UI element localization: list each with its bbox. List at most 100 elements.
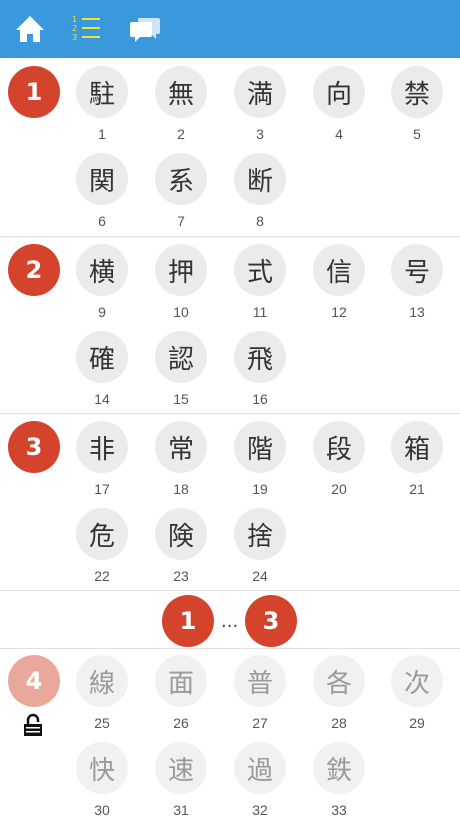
kanji-number: 29 xyxy=(409,715,425,731)
kanji-cell[interactable]: 普 27 xyxy=(230,655,290,731)
kanji-cell[interactable]: 険 23 xyxy=(151,508,211,584)
kanji-cell[interactable]: 式 11 xyxy=(230,244,290,320)
svg-text:2: 2 xyxy=(72,24,77,33)
kanji-number: 7 xyxy=(177,213,185,229)
kanji-cell[interactable]: 鉄 33 xyxy=(309,742,369,818)
kanji-number: 23 xyxy=(173,568,189,584)
kanji-cell[interactable]: 快 30 xyxy=(72,742,132,818)
kanji-cell[interactable]: 段 20 xyxy=(309,421,369,497)
lesson-section-1: 1 駐1 無2 満3 向4 禁5 関6 系7 断8 xyxy=(0,58,460,236)
kanji-number: 30 xyxy=(94,802,110,818)
kanji-cell[interactable]: 確 14 xyxy=(72,331,132,407)
lesson-section-3: 3 非 17 常 18 階 19 段 20 箱 21 危 22 険 23 捨 24 xyxy=(0,414,460,590)
kanji-char: 断 xyxy=(234,153,286,205)
kanji-number: 5 xyxy=(413,126,421,142)
kanji-char: 危 xyxy=(76,508,128,560)
kanji-cell[interactable]: 駐1 xyxy=(72,66,132,142)
kanji-number: 6 xyxy=(98,213,106,229)
kanji-number: 11 xyxy=(252,304,268,320)
kanji-char: 満 xyxy=(234,66,286,118)
kanji-number: 16 xyxy=(252,391,268,407)
kanji-number: 14 xyxy=(94,391,110,407)
kanji-cell[interactable]: 線 25 xyxy=(72,655,132,731)
kanji-number: 8 xyxy=(256,213,264,229)
kanji-number: 31 xyxy=(173,802,189,818)
kanji-cell[interactable]: 危 22 xyxy=(72,508,132,584)
kanji-char: 線 xyxy=(76,655,128,707)
kanji-cell[interactable]: 禁5 xyxy=(387,66,447,142)
kanji-cell[interactable]: 無2 xyxy=(151,66,211,142)
kanji-number: 27 xyxy=(252,715,268,731)
lesson-badge-locked[interactable]: 4 xyxy=(8,655,60,707)
kanji-number: 20 xyxy=(331,481,347,497)
kanji-cell[interactable]: 押 10 xyxy=(151,244,211,320)
kanji-number: 26 xyxy=(173,715,189,731)
kanji-number: 22 xyxy=(94,568,110,584)
kanji-char: 関 xyxy=(76,153,128,205)
kanji-cell[interactable]: 階 19 xyxy=(230,421,290,497)
kanji-cell[interactable]: 信 12 xyxy=(309,244,369,320)
kanji-char: 号 xyxy=(391,244,443,296)
kanji-cell[interactable]: 面 26 xyxy=(151,655,211,731)
kanji-number: 10 xyxy=(173,304,189,320)
numbered-list-icon[interactable]: 1 2 3 xyxy=(70,12,106,46)
kanji-char: 非 xyxy=(76,421,128,473)
kanji-cell[interactable]: 捨 24 xyxy=(230,508,290,584)
lesson-section-4: 4 線 25 面 26 普 27 各 28 次 29 快 30 速 31 過 32 鉄 33 xyxy=(0,649,460,818)
kanji-cell[interactable]: 関6 xyxy=(72,153,132,229)
kanji-char: 飛 xyxy=(234,331,286,383)
kanji-cell[interactable]: 過 32 xyxy=(230,742,290,818)
kanji-char: 横 xyxy=(76,244,128,296)
lesson-section-2: 2 横9 押 10 式 11 信 12 号 13 確 14 認 15 飛 16 xyxy=(0,237,460,413)
kanji-number: 18 xyxy=(173,481,189,497)
kanji-char: 普 xyxy=(234,655,286,707)
kanji-cell[interactable]: 断8 xyxy=(230,153,290,229)
svg-text:3: 3 xyxy=(72,33,77,42)
kanji-char: 階 xyxy=(234,421,286,473)
kanji-cell[interactable]: 非 17 xyxy=(72,421,132,497)
kanji-number: 2 xyxy=(177,126,185,142)
kanji-cell[interactable]: 各 28 xyxy=(309,655,369,731)
review-end-badge[interactable]: 3 xyxy=(245,595,297,647)
kanji-cell[interactable]: 飛 16 xyxy=(230,331,290,407)
kanji-cell[interactable]: 向4 xyxy=(309,66,369,142)
kanji-cell[interactable]: 常 18 xyxy=(151,421,211,497)
kanji-number: 15 xyxy=(173,391,189,407)
home-icon[interactable] xyxy=(12,12,48,46)
kanji-number: 25 xyxy=(94,715,110,731)
kanji-cell[interactable]: 箱 21 xyxy=(387,421,447,497)
lesson-badge[interactable]: 1 xyxy=(8,66,60,118)
kanji-number: 1 xyxy=(98,126,106,142)
kanji-cell[interactable]: 速 31 xyxy=(151,742,211,818)
lesson-badge[interactable]: 2 xyxy=(8,244,60,296)
kanji-cell[interactable]: 系7 xyxy=(151,153,211,229)
kanji-char: 快 xyxy=(76,742,128,794)
kanji-char: 捨 xyxy=(234,508,286,560)
kanji-char: 駐 xyxy=(76,66,128,118)
lesson-badge[interactable]: 3 xyxy=(8,421,60,473)
kanji-cell[interactable]: 認 15 xyxy=(151,331,211,407)
review-range-row: 1 ... 3 xyxy=(0,591,460,648)
kanji-number: 24 xyxy=(252,568,268,584)
kanji-cell[interactable]: 次 29 xyxy=(387,655,447,731)
review-start-badge[interactable]: 1 xyxy=(162,595,214,647)
kanji-char: 認 xyxy=(155,331,207,383)
kanji-number: 32 xyxy=(252,802,268,818)
kanji-char: 段 xyxy=(313,421,365,473)
kanji-char: 面 xyxy=(155,655,207,707)
kanji-char: 箱 xyxy=(391,421,443,473)
kanji-number: 9 xyxy=(98,304,106,320)
chat-icon[interactable] xyxy=(128,12,164,46)
top-navigation-bar: 1 2 3 xyxy=(0,0,460,58)
kanji-number: 12 xyxy=(331,304,347,320)
kanji-cell[interactable]: 号 13 xyxy=(387,244,447,320)
kanji-char: 険 xyxy=(155,508,207,560)
kanji-number: 19 xyxy=(252,481,268,497)
lock-icon xyxy=(24,713,42,736)
kanji-cell[interactable]: 満3 xyxy=(230,66,290,142)
kanji-number: 3 xyxy=(256,126,264,142)
kanji-char: 鉄 xyxy=(313,742,365,794)
kanji-char: 式 xyxy=(234,244,286,296)
kanji-char: 速 xyxy=(155,742,207,794)
kanji-cell[interactable]: 横9 xyxy=(72,244,132,320)
